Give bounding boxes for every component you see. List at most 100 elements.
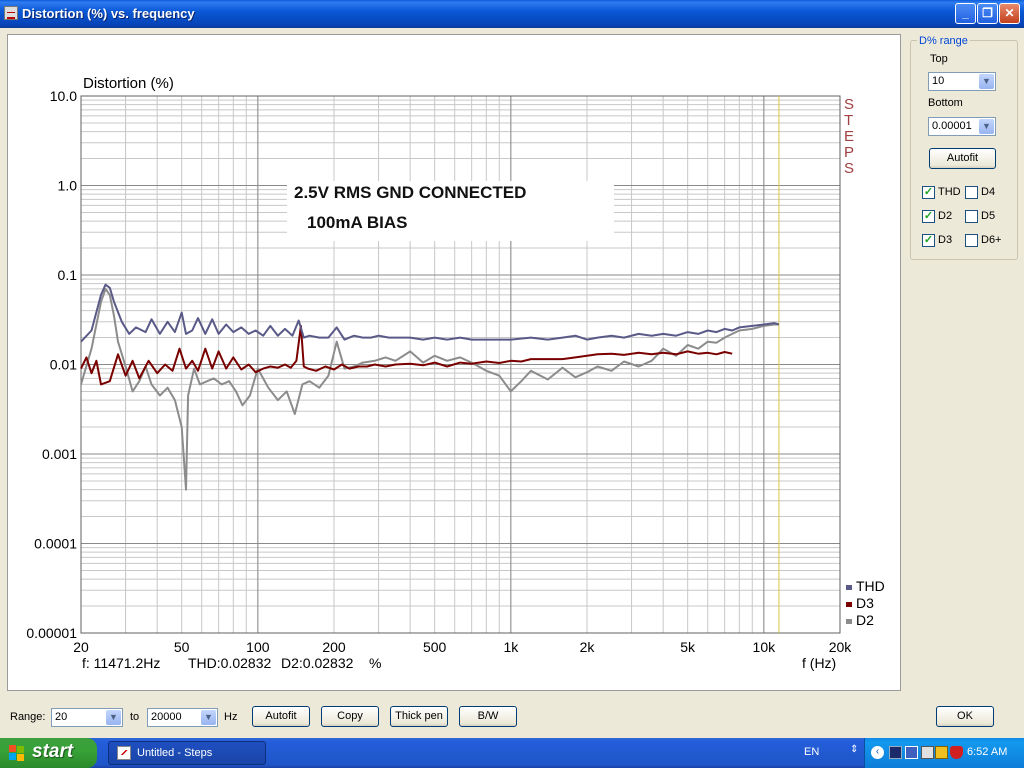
steps-app-icon — [117, 746, 131, 760]
d4-checkbox[interactable] — [965, 186, 978, 199]
start-button[interactable]: start — [0, 738, 97, 768]
d3-checkbox[interactable]: ✓ — [922, 234, 935, 247]
d6-plus-checkbox-label: D6+ — [981, 234, 1002, 246]
copy-button[interactable]: Copy — [321, 706, 379, 727]
hz-label: Hz — [224, 711, 238, 723]
d4-checkbox-label: D4 — [981, 186, 996, 198]
x-tick-label: 200 — [322, 639, 346, 655]
d5-checkbox[interactable] — [965, 210, 978, 223]
d5-checkbox-label: D5 — [981, 210, 996, 222]
chevron-down-icon[interactable]: ▼ — [979, 74, 994, 89]
series-line-d2 — [80, 287, 779, 491]
start-label: start — [32, 741, 74, 762]
readout-unit: % — [369, 655, 381, 671]
taskbar-item-steps[interactable]: Untitled - Steps — [108, 741, 266, 765]
bw-button[interactable]: B/W — [459, 706, 517, 727]
y-tick-label: 10.0 — [50, 88, 77, 104]
x-tick-label: 5k — [680, 639, 696, 655]
d-range-group: D% range Top 10 ▼ Bottom 0.00001 ▼ Autof… — [910, 35, 1018, 260]
legend-label-d2: D2 — [856, 612, 874, 628]
chevron-down-icon[interactable]: ▼ — [979, 119, 994, 134]
y-tick-label: 0.00001 — [26, 625, 77, 641]
range-from-select[interactable]: 20 ▼ — [51, 708, 123, 727]
legend-swatch-d2 — [846, 619, 852, 624]
annotation-line-2: 100mA BIAS — [307, 213, 407, 232]
readout-thd: THD:0.02832 — [188, 655, 271, 671]
bottom-toolbar: Range: 20 ▼ to 20000 ▼ Hz Autofit Copy T… — [0, 700, 1024, 736]
y-tick-label: 1.0 — [58, 178, 78, 194]
legend-swatch-d3 — [846, 602, 852, 607]
y-tick-label: 0.1 — [58, 267, 78, 283]
range-to-value: 20000 — [151, 711, 182, 723]
x-axis-title: f (Hz) — [802, 655, 836, 671]
title-bar[interactable]: Distortion (%) vs. frequency _ ❐ ✕ — [0, 0, 1024, 28]
autofit-button[interactable]: Autofit — [252, 706, 310, 727]
x-tick-label: 100 — [246, 639, 270, 655]
network-icon[interactable] — [905, 746, 918, 759]
steps-watermark-letter: S — [844, 160, 854, 177]
x-tick-label: 20 — [73, 639, 89, 655]
x-tick-label: 500 — [423, 639, 447, 655]
steps-watermark-letter: E — [844, 128, 854, 145]
thd-checkbox[interactable]: ✓ — [922, 186, 935, 199]
bottom-label: Bottom — [928, 97, 963, 109]
y-tick-label: 0.0001 — [34, 536, 77, 552]
thick-pen-button[interactable]: Thick pen — [390, 706, 448, 727]
chevron-down-icon[interactable]: ▼ — [106, 710, 121, 725]
range-from-value: 20 — [55, 711, 68, 723]
ok-button[interactable]: OK — [936, 706, 994, 727]
d2-checkbox-label: D2 — [938, 210, 953, 222]
thd-checkbox-label: THD — [938, 186, 961, 198]
top-range-select[interactable]: 10 ▼ — [928, 72, 996, 91]
d2-checkbox[interactable]: ✓ — [922, 210, 935, 223]
distortion-chart[interactable]: 2.5V RMS GND CONNECTED 100mA BIAS 10.0 1.0 0… — [8, 35, 900, 690]
x-tick-label: 1k — [503, 639, 519, 655]
legend-label-thd: THD — [856, 578, 885, 594]
close-button[interactable]: ✕ — [999, 3, 1020, 24]
top-range-value: 10 — [932, 75, 945, 87]
y-tick-label: 0.001 — [42, 446, 77, 462]
d6-plus-checkbox[interactable] — [965, 234, 978, 247]
system-tray: ‹ 6:52 AM — [864, 738, 1024, 768]
y-tick-label: 0.01 — [50, 357, 77, 373]
window-title: Distortion (%) vs. frequency — [22, 6, 195, 21]
security-shield-icon[interactable] — [950, 746, 963, 759]
series-line-thd — [80, 283, 780, 343]
taskbar-item-label: Untitled - Steps — [137, 747, 213, 759]
bottom-range-value: 0.00001 — [932, 120, 972, 132]
steps-watermark-letter: T — [844, 112, 853, 129]
notification-icon[interactable] — [935, 746, 948, 759]
x-tick-label: 20k — [829, 639, 853, 655]
chevron-down-icon[interactable]: ▼ — [201, 710, 216, 725]
x-tick-label: 2k — [580, 639, 596, 655]
y-axis-title: Distortion (%) — [83, 75, 174, 92]
range-label: Range: — [10, 711, 46, 723]
top-label: Top — [930, 53, 948, 65]
maximize-button[interactable]: ❐ — [977, 3, 998, 24]
range-autofit-button[interactable]: Autofit — [929, 148, 996, 169]
x-tick-label: 50 — [174, 639, 190, 655]
windows-logo-icon — [9, 745, 24, 761]
steps-watermark-letter: S — [844, 96, 854, 113]
language-menu-icon[interactable]: ⇕ — [850, 744, 858, 755]
readout-frequency: f: 11471.2Hz — [82, 655, 160, 671]
d-range-group-label: D% range — [917, 35, 970, 47]
d3-checkbox-label: D3 — [938, 234, 953, 246]
legend-label-d3: D3 — [856, 595, 874, 611]
x-tick-label: 10k — [753, 639, 777, 655]
bottom-range-select[interactable]: 0.00001 ▼ — [928, 117, 996, 136]
plot-panel[interactable]: 2.5V RMS GND CONNECTED 100mA BIAS 10.0 1.0 0… — [7, 34, 901, 691]
app-icon — [4, 6, 18, 20]
language-indicator[interactable]: EN — [804, 746, 819, 758]
taskbar: start Untitled - Steps EN ⇕ ‹ 6:52 AM — [0, 738, 1024, 768]
display-icon[interactable] — [921, 746, 934, 759]
minimize-button[interactable]: _ — [955, 3, 976, 24]
show-hidden-icons-icon[interactable]: ‹ — [871, 746, 884, 759]
legend-swatch-thd — [846, 585, 852, 590]
annotation-line-1: 2.5V RMS GND CONNECTED — [294, 183, 526, 202]
steps-watermark-letter: P — [844, 144, 854, 161]
tray-app-icon[interactable] — [889, 746, 902, 759]
range-to-select[interactable]: 20000 ▼ — [147, 708, 218, 727]
clock: 6:52 AM — [967, 746, 1008, 758]
readout-d2: D2:0.02832 — [281, 655, 354, 671]
